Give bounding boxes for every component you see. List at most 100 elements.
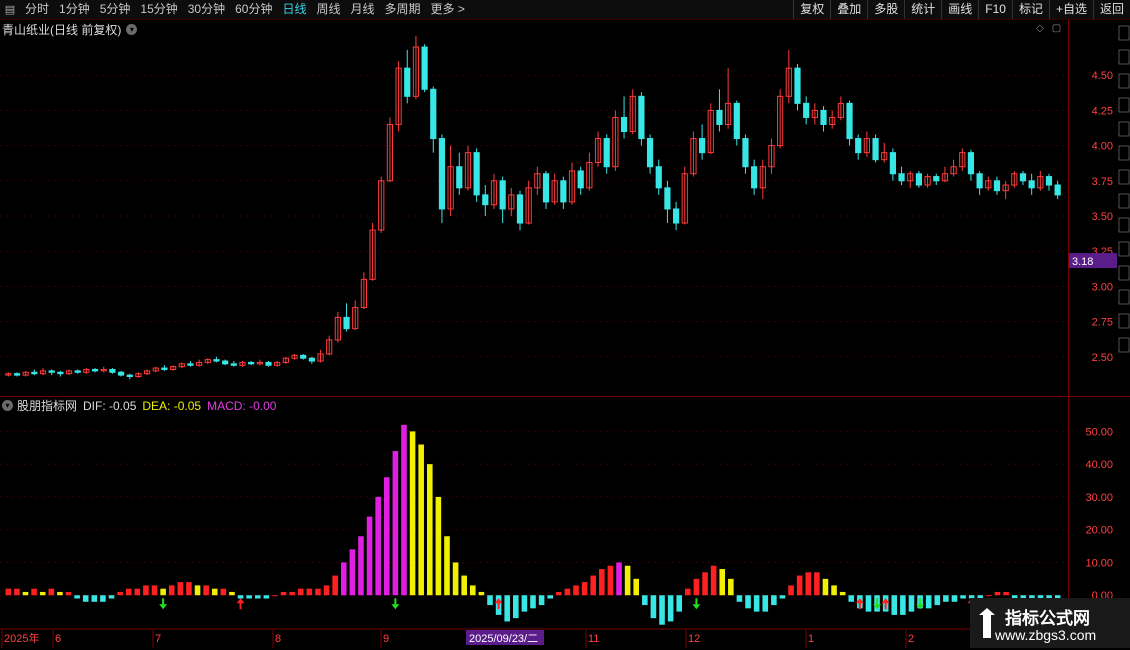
watermark-logo-icon bbox=[979, 608, 995, 638]
side-label-glyph bbox=[1118, 97, 1130, 113]
macd-bar bbox=[839, 591, 846, 596]
macd-bar bbox=[48, 588, 55, 596]
candle-body bbox=[91, 368, 99, 372]
candle-body bbox=[430, 88, 437, 140]
side-label-glyph bbox=[1118, 145, 1130, 161]
candle-body bbox=[421, 46, 428, 90]
price-tick-label: 4.00 bbox=[1092, 141, 1113, 153]
macd-bar bbox=[409, 431, 416, 596]
indicator-name[interactable]: 股朋指标网 bbox=[17, 397, 77, 414]
price-tick-label: 3.00 bbox=[1092, 281, 1113, 293]
macd-bar bbox=[100, 595, 106, 602]
macd-value: MACD: -0.00 bbox=[207, 398, 277, 413]
macd-bar bbox=[564, 588, 571, 596]
macd-bar bbox=[39, 591, 46, 596]
price-tick-label: 4.50 bbox=[1092, 70, 1113, 82]
macd-bar bbox=[805, 572, 812, 596]
macd-bar bbox=[366, 516, 373, 596]
macd-bar bbox=[788, 585, 794, 596]
candle-body bbox=[1045, 176, 1053, 186]
candle-body bbox=[742, 138, 749, 168]
price-tick-label: 4.25 bbox=[1092, 105, 1113, 117]
macd-bar bbox=[822, 578, 829, 596]
candle-body bbox=[976, 173, 983, 189]
macd-bar bbox=[323, 585, 330, 596]
chevron-down-icon[interactable]: ▾ bbox=[2, 400, 13, 411]
side-label-glyph bbox=[1118, 169, 1130, 185]
macd-bar bbox=[125, 588, 132, 596]
macd-bar bbox=[211, 588, 218, 596]
macd-bar bbox=[581, 582, 588, 596]
panel-separator[interactable] bbox=[0, 396, 1130, 397]
watermark-url: www.zbgs3.com bbox=[995, 627, 1097, 643]
macd-bar bbox=[556, 591, 562, 596]
macd-bar bbox=[435, 496, 442, 596]
candle-body bbox=[456, 166, 463, 189]
macd-bar bbox=[986, 595, 992, 597]
macd-bar bbox=[289, 591, 295, 596]
candle-body bbox=[855, 138, 862, 154]
macd-bar bbox=[108, 595, 115, 599]
candle-body bbox=[1054, 184, 1061, 196]
macd-bar bbox=[392, 451, 399, 596]
macd-bar bbox=[607, 565, 614, 596]
candle-body bbox=[473, 152, 480, 196]
macd-bar bbox=[177, 582, 184, 596]
sell-signal-arrow bbox=[391, 604, 400, 610]
time-axis-label: 7 bbox=[155, 633, 161, 645]
macd-bar bbox=[160, 588, 166, 596]
candle-body bbox=[993, 180, 1001, 192]
macd-bar bbox=[685, 588, 691, 596]
candle-body bbox=[716, 109, 723, 125]
time-axis-label: 12 bbox=[688, 633, 700, 645]
macd-bar bbox=[340, 562, 347, 596]
macd-bar bbox=[452, 562, 459, 596]
sell-signal-arrow bbox=[916, 604, 925, 610]
side-label-glyph bbox=[1118, 73, 1130, 89]
candle-body bbox=[404, 67, 411, 97]
macd-bar bbox=[272, 595, 278, 597]
macd-bar bbox=[538, 595, 545, 606]
macd-bar bbox=[487, 595, 493, 606]
candle-body bbox=[48, 370, 55, 373]
macd-bar bbox=[31, 588, 37, 596]
side-label-glyph bbox=[1118, 265, 1130, 281]
macd-bar bbox=[796, 575, 803, 596]
candle-body bbox=[1028, 180, 1035, 189]
macd-bar bbox=[401, 424, 407, 596]
macd-bar bbox=[306, 588, 313, 596]
candle-body bbox=[300, 354, 307, 359]
time-axis-label: 6 bbox=[55, 633, 61, 645]
macd-bar bbox=[547, 595, 553, 599]
candle-body bbox=[620, 116, 628, 133]
macd-bar bbox=[814, 572, 820, 596]
kline-chart[interactable]: 4.504.254.003.753.503.253.002.752.503.18… bbox=[0, 0, 1130, 650]
candle-body bbox=[31, 371, 38, 375]
candle-body bbox=[117, 371, 125, 376]
candle-body bbox=[13, 373, 21, 376]
candle-body bbox=[655, 166, 662, 189]
candle-body bbox=[542, 173, 550, 203]
macd-bar bbox=[745, 595, 751, 609]
macd-bar bbox=[659, 595, 665, 625]
macd-bar bbox=[418, 444, 424, 596]
candle-body bbox=[438, 138, 446, 210]
macd-bar bbox=[590, 575, 597, 596]
macd-bar bbox=[143, 585, 149, 596]
macd-bar bbox=[65, 591, 72, 596]
macd-bar bbox=[254, 595, 261, 599]
candle-body bbox=[187, 363, 194, 366]
candle-body bbox=[638, 95, 645, 140]
side-label-glyph bbox=[1118, 49, 1130, 65]
macd-bar bbox=[14, 588, 20, 596]
candle-body bbox=[915, 173, 923, 186]
candle-body bbox=[248, 361, 255, 365]
time-axis-label: 1 bbox=[808, 633, 814, 645]
macd-bar bbox=[383, 477, 390, 596]
candle-body bbox=[265, 361, 272, 366]
macd-bar bbox=[280, 591, 287, 596]
macd-bar bbox=[771, 595, 777, 606]
candle-body bbox=[560, 180, 567, 203]
macd-bar bbox=[168, 585, 175, 596]
macd-bar bbox=[349, 549, 356, 596]
